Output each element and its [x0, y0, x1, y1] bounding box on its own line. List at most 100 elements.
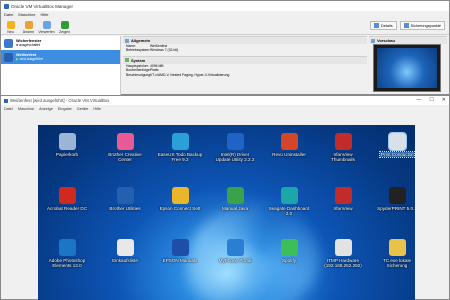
guest-titlebar[interactable]: Weißenfest [wird ausgeführt] - Oracle VM…	[1, 96, 449, 105]
discard-button[interactable]: Verwerfen	[38, 21, 55, 34]
monitor-icon	[371, 38, 375, 43]
settings-button[interactable]: Ändern	[22, 21, 35, 34]
maximize-icon[interactable]: ☐	[429, 97, 433, 103]
brother-creative-icon	[116, 133, 134, 150]
detail-key: Betriebssystem:	[126, 48, 151, 53]
desktop-shortcut[interactable]: EPSON Manuals	[151, 239, 209, 263]
desktop-shortcut[interactable]: MyPhone Portal	[206, 239, 264, 263]
desktop-shortcut[interactable]: Print Conductor	[368, 132, 415, 158]
menu-anzeige[interactable]: Anzeige	[39, 107, 53, 111]
desktop-shortcut-label: Einkaufsliste	[112, 258, 138, 263]
spotify-icon	[280, 239, 298, 256]
desktop-shortcut[interactable]: Acrobat Reader DC	[38, 187, 96, 211]
desktop-shortcut[interactable]: TC.exe lokale Sicherung	[368, 239, 415, 268]
desktop-shortcut[interactable]: Adobe Photoshop Elements 13.0	[38, 239, 96, 268]
desktop-shortcut-label: EaseUS Todo Backup Free 9.2	[157, 152, 203, 162]
system-section-header[interactable]: System	[123, 55, 367, 64]
details-view-button[interactable]: Details	[369, 21, 397, 30]
desktop-shortcut-label: Papierkorb	[55, 152, 79, 157]
menu-datei[interactable]: Datei	[4, 12, 13, 17]
desktop-shortcut[interactable]: EaseUS Todo Backup Free 9.2	[151, 133, 209, 162]
desktop-shortcut-label: Revo Uninstaller	[272, 152, 306, 157]
desktop-shortcut[interactable]: Brother Creative Center	[96, 133, 154, 162]
snapshots-view-label: Sicherungspunkte	[410, 23, 441, 28]
vm-list-item[interactable]: Wicherfenster ■ ausgeschaltet	[1, 36, 120, 50]
revo-icon	[280, 133, 298, 150]
easeus-icon	[171, 133, 189, 150]
desktop-shortcut-label: Acrobat Reader DC	[46, 206, 88, 211]
desktop-shortcut[interactable]: Epson Connect Sett	[151, 187, 209, 211]
desktop-shortcut-label: IrfanView Thumbnails	[331, 152, 355, 162]
running-icon: ▶	[16, 57, 19, 61]
new-icon	[6, 21, 15, 29]
powered-off-icon: ■	[16, 43, 19, 47]
desktop-shortcut[interactable]: Manual Java	[206, 187, 264, 211]
details-icon	[373, 23, 379, 28]
print-conductor-icon	[387, 132, 407, 151]
desktop-shortcut[interactable]: Revo Uninstaller	[260, 133, 318, 157]
vm-list: Wicherfenster ■ ausgeschaltet Weißenfest …	[1, 36, 121, 95]
general-icon	[125, 38, 129, 43]
show-button[interactable]: Zeigen	[58, 21, 71, 34]
desktop-shortcut-label: ITMP Hardware (192.168.252.250)	[324, 258, 362, 268]
vm-state: ausgeschaltet	[19, 43, 40, 47]
desktop-shortcut-label: Intel(R) Driver Update Utility 2.2.2	[215, 152, 255, 162]
desktop-shortcut[interactable]: Brother Utilities	[96, 187, 154, 211]
close-icon[interactable]: ✕	[442, 97, 446, 103]
desktop-shortcut[interactable]: Einkaufsliste	[96, 239, 154, 263]
show-icon	[60, 21, 69, 29]
menu-eingabe[interactable]: Eingabe	[58, 107, 72, 111]
epson-manuals-icon	[171, 239, 189, 256]
itmp-icon	[334, 239, 352, 256]
guest-menubar: Datei Maschine Anzeige Eingabe Geräte Hi…	[1, 105, 449, 112]
desktop-shortcut[interactable]: ITMP Hardware (192.168.252.250)	[314, 239, 372, 268]
windows-vm-icon	[4, 38, 13, 48]
myphone-icon	[226, 239, 244, 256]
menu-maschine[interactable]: Maschine	[18, 12, 35, 17]
desktop-shortcut-label: Adobe Photoshop Elements 13.0	[48, 258, 86, 268]
settings-icon	[24, 21, 33, 29]
manual-java-icon	[226, 187, 244, 204]
desktop-shortcut-label: EPSON Manuals	[162, 258, 198, 263]
preview-section-header[interactable]: Vorschau	[369, 36, 447, 44]
desktop-shortcut[interactable]: IrfanView Thumbnails	[314, 133, 372, 162]
tc-icon	[388, 239, 406, 256]
guest-title: Weißenfest [wird ausgeführt] - Oracle VM…	[10, 98, 110, 103]
desktop-shortcut-label: Spotify	[281, 258, 297, 263]
menu-geraete[interactable]: Geräte	[77, 107, 89, 111]
chip-icon	[125, 58, 129, 63]
chrome-icon	[171, 187, 189, 204]
snapshots-view-button[interactable]: Sicherungspunkte	[399, 21, 445, 30]
manager-titlebar[interactable]: Oracle VM VirtualBox Manager	[1, 1, 449, 11]
desktop-shortcut[interactable]: Intel(R) Driver Update Utility 2.2.2	[206, 133, 264, 162]
virtualbox-manager-window: Oracle VM VirtualBox Manager Datei Masch…	[0, 0, 450, 95]
details-view-label: Details	[380, 23, 393, 28]
acrobat-icon	[58, 187, 76, 204]
settings-label: Ändern	[22, 30, 35, 34]
desktop-shortcut[interactable]: Papierkorb	[38, 133, 96, 157]
menu-hilfe[interactable]: Hilfe	[93, 107, 101, 111]
desktop-shortcut[interactable]: IrfanView	[314, 187, 372, 211]
menu-hilfe[interactable]: Hilfe	[40, 12, 48, 17]
desktop-shortcut[interactable]: SpyderPRINT 5.0.2	[368, 187, 415, 211]
guest-desktop[interactable]: Papierkorb Brother Creative Center EaseUS …	[38, 125, 415, 300]
new-button[interactable]: Neu	[4, 21, 17, 34]
seagate-icon	[280, 187, 298, 204]
desktop-shortcut[interactable]: Seagate Dashboard 2.0	[260, 187, 318, 216]
menu-datei[interactable]: Datei	[4, 107, 13, 111]
desktop-shortcut-label: Epson Connect Sett	[159, 206, 201, 211]
show-label: Zeigen	[59, 30, 70, 34]
desktop-shortcut-label: Seagate Dashboard 2.0	[268, 206, 310, 216]
irfanview-thumbs-icon	[334, 133, 352, 150]
vm-list-item-selected[interactable]: Weißenfest ▶ wird ausgeführt	[1, 50, 120, 64]
details-pane: Allgemein Name: Weißenfest Betriebssystem…	[123, 36, 367, 95]
minimize-icon[interactable]: —	[416, 97, 421, 103]
manager-title: Oracle VM VirtualBox Manager	[11, 3, 73, 9]
photoshop-icon	[58, 239, 76, 256]
recycle-bin-icon	[58, 133, 76, 150]
menu-maschine[interactable]: Maschine	[18, 107, 34, 111]
general-section-header[interactable]: Allgemein	[123, 36, 367, 44]
detail-key: Beschleunigung:	[126, 72, 152, 77]
desktop-shortcut[interactable]: Spotify	[260, 239, 318, 263]
preview-thumbnail	[373, 44, 441, 92]
